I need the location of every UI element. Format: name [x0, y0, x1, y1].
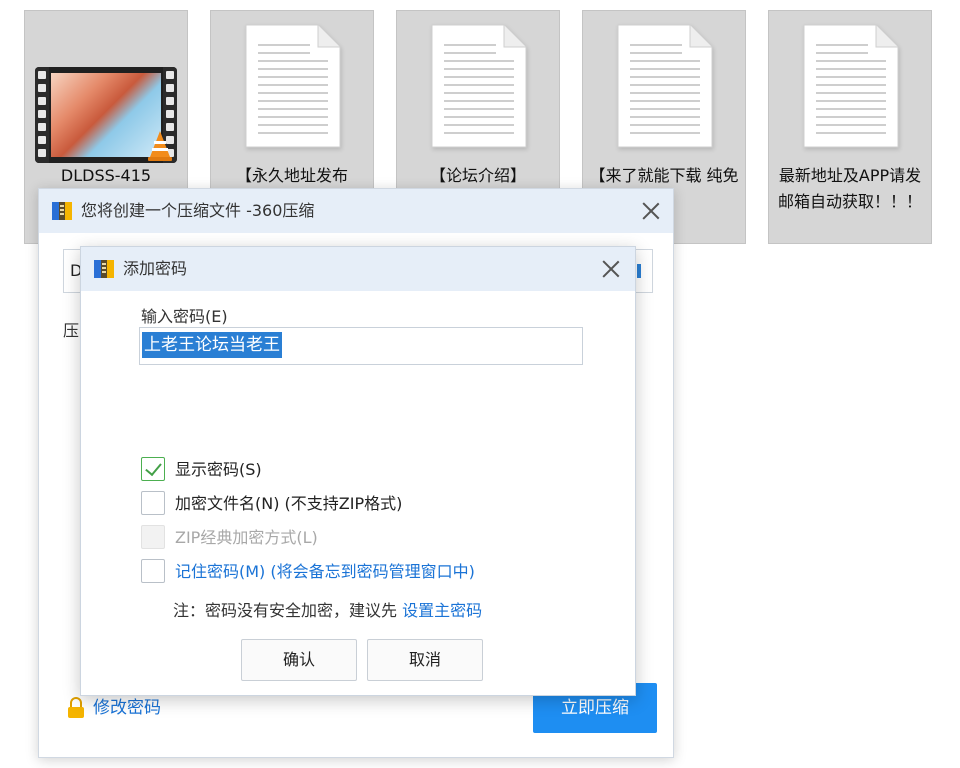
option-label: 显示密码(S) [175, 460, 262, 479]
option-label: ZIP经典加密方式(L) [175, 528, 318, 547]
dialog-title: 添加密码 [123, 259, 188, 278]
zip-classic-checkbox [141, 525, 165, 549]
document-icon [803, 24, 899, 148]
compress-option-label: 压 [63, 321, 80, 340]
dialog-titlebar[interactable]: 添加密码 [81, 247, 635, 291]
document-icon [617, 24, 713, 148]
close-icon[interactable] [597, 255, 625, 283]
set-master-password-link[interactable]: 设置主密码 [402, 601, 482, 620]
file-name: 【永久地址发布 [235, 166, 348, 185]
encrypt-filename-checkbox[interactable] [141, 491, 165, 515]
lock-icon [68, 697, 84, 718]
password-value: 上老王论坛当老王 [142, 332, 282, 358]
file-tile-doc[interactable]: 最新地址及APP请发邮箱自动获取！！！ [768, 10, 932, 244]
window-titlebar[interactable]: 您将创建一个压缩文件 -360压缩 [39, 189, 673, 233]
security-note: 注：密码没有安全加密，建议先 设置主密码 [173, 597, 482, 621]
change-password-link[interactable]: 修改密码 [93, 697, 161, 719]
confirm-button[interactable]: 确认 [241, 639, 357, 681]
360-zip-icon [94, 260, 114, 278]
document-icon [245, 24, 341, 148]
file-name: 最新地址及APP请发邮箱自动获取！！！ [777, 166, 922, 211]
option-label: 记住密码(M) (将会备忘到密码管理窗口中) [175, 562, 475, 581]
note-text: 注：密码没有安全加密，建议先 [173, 601, 398, 620]
option-label: 加密文件名(N) (不支持ZIP格式) [175, 494, 403, 513]
360-zip-icon [52, 202, 72, 220]
add-password-dialog: 添加密码 输入密码(E) 上老王论坛当老王 显示密码(S) 加密文件名(N) (… [80, 246, 636, 696]
video-file-icon [35, 67, 177, 163]
window-title: 您将创建一个压缩文件 -360压缩 [81, 201, 315, 220]
remember-password-checkbox[interactable] [141, 559, 165, 583]
file-name: DLDSS-415 [60, 166, 152, 185]
file-name: 【论坛介绍】 [429, 166, 526, 185]
password-input[interactable]: 上老王论坛当老王 [139, 327, 583, 365]
password-label: 输入密码(E) [141, 307, 228, 326]
screen: DLDSS-415 【永久地址发布 【论坛介绍】 【来了就能下载 纯免 最新地址… [0, 0, 960, 768]
document-icon [431, 24, 527, 148]
vlc-icon [148, 131, 172, 161]
close-icon[interactable] [637, 197, 665, 225]
cancel-button[interactable]: 取消 [367, 639, 483, 681]
show-password-checkbox[interactable] [141, 457, 165, 481]
